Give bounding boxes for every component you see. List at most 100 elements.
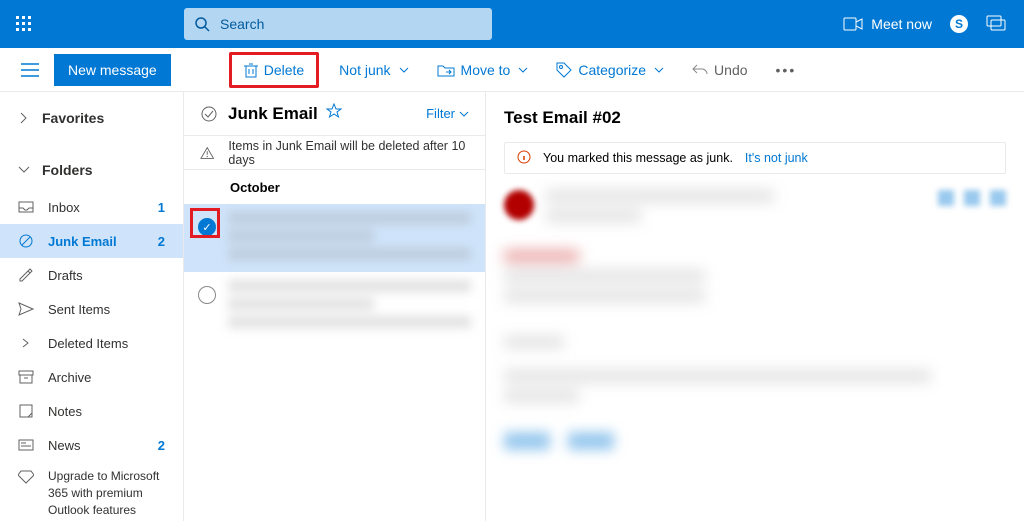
message-preview-blurred [228,212,471,266]
waffle-icon [16,16,32,32]
reply-buttons-blurred[interactable] [504,432,1006,450]
sidebar-item-label: Archive [48,370,165,385]
skype-icon: S [950,15,968,33]
more-commands-button[interactable]: ••• [768,62,805,78]
search-input[interactable]: Search [184,8,492,40]
sidebar-item-sent[interactable]: Sent Items [0,292,183,326]
sidebar-item-archive[interactable]: Archive [0,360,183,394]
blocked-icon [18,233,34,249]
chevron-down-icon [399,67,409,73]
move-to-button[interactable]: Move to [429,57,537,83]
chevron-right-icon [18,338,34,348]
folder-sidebar: Favorites Folders Inbox 1 Junk Email 2 D… [0,92,184,521]
chat-icon [986,15,1006,33]
chevron-down-icon [459,111,469,117]
filter-button[interactable]: Filter [426,106,469,121]
message-list-header: Junk Email Filter [184,92,485,136]
chevron-down-icon [18,164,30,176]
notice-text: Items in Junk Email will be deleted afte… [228,139,469,167]
email-header [504,190,1006,230]
meet-now-label: Meet now [871,16,932,32]
message-actions[interactable] [938,190,1006,206]
filter-label: Filter [426,106,455,121]
note-icon [18,404,34,418]
favorites-header[interactable]: Favorites [0,98,183,138]
message-preview-blurred [228,280,471,334]
sidebar-item-count: 2 [158,438,165,453]
categorize-button[interactable]: Categorize [548,57,672,83]
new-message-button[interactable]: New message [54,54,171,86]
chevron-down-icon [518,67,528,73]
highlight-delete: Delete [229,52,319,88]
chat-button[interactable] [986,15,1006,33]
news-icon [18,439,34,451]
sender-meta-blurred [546,190,926,230]
folders-label: Folders [42,162,93,178]
junk-notice-text: You marked this message as junk. [543,151,733,165]
folder-move-icon [437,63,455,77]
junk-infobar: You marked this message as junk. It's no… [504,142,1006,174]
command-bar: New message Delete Not junk Move to Cate… [0,48,1024,92]
diamond-icon [18,468,34,518]
send-icon [18,302,34,316]
sidebar-item-junk[interactable]: Junk Email 2 [0,224,183,258]
chevron-down-icon [654,67,664,73]
upgrade-promo[interactable]: Upgrade to Microsoft 365 with premium Ou… [0,462,183,518]
upgrade-label: Upgrade to Microsoft 365 with premium Ou… [48,468,165,518]
not-junk-button[interactable]: Not junk [331,57,416,83]
categorize-label: Categorize [578,62,646,78]
info-icon [517,150,531,167]
message-list-pane: Junk Email Filter Items in Junk Email wi… [184,92,486,521]
hamburger-icon [21,63,39,77]
warning-icon [200,146,214,160]
retention-notice: Items in Junk Email will be deleted afte… [184,136,485,170]
email-subject: Test Email #02 [504,108,1006,128]
sidebar-item-notes[interactable]: Notes [0,394,183,428]
sender-avatar [504,190,534,220]
folder-title: Junk Email [228,104,318,124]
chevron-right-icon [18,112,30,124]
move-to-label: Move to [461,62,511,78]
video-icon [843,17,863,31]
app-topbar: Search Meet now S [0,0,1024,48]
pencil-icon [18,268,34,282]
email-body-blurred [504,250,1006,402]
sidebar-item-label: Notes [48,404,165,419]
delete-button[interactable]: Delete [236,57,312,83]
sidebar-item-label: Sent Items [48,302,165,317]
inbox-icon [18,201,34,213]
folders-header[interactable]: Folders [0,150,183,190]
nav-toggle-button[interactable] [10,63,50,77]
favorites-label: Favorites [42,110,104,126]
search-placeholder: Search [220,16,264,32]
sidebar-item-count: 2 [158,234,165,249]
select-all-icon[interactable] [200,105,218,123]
not-junk-link[interactable]: It's not junk [745,151,808,165]
sidebar-item-count: 1 [158,200,165,215]
archive-icon [18,370,34,384]
undo-icon [692,63,708,77]
star-icon[interactable] [326,103,342,124]
reading-pane: Test Email #02 You marked this message a… [486,92,1024,521]
sidebar-item-label: Deleted Items [48,336,165,351]
search-icon [194,16,210,32]
undo-label: Undo [714,62,747,78]
undo-button[interactable]: Undo [684,57,755,83]
main-layout: Favorites Folders Inbox 1 Junk Email 2 D… [0,92,1024,521]
trash-icon [244,62,258,78]
sidebar-item-inbox[interactable]: Inbox 1 [0,190,183,224]
message-item[interactable] [184,204,485,272]
delete-label: Delete [264,62,304,78]
app-launcher-button[interactable] [0,0,48,48]
skype-button[interactable]: S [950,15,968,33]
sidebar-item-deleted[interactable]: Deleted Items [0,326,183,360]
sidebar-item-news[interactable]: News 2 [0,428,183,462]
meet-now-button[interactable]: Meet now [843,16,932,32]
sidebar-item-drafts[interactable]: Drafts [0,258,183,292]
sidebar-item-label: News [48,438,144,453]
not-junk-label: Not junk [339,62,390,78]
message-checkbox[interactable] [198,286,216,304]
message-item[interactable] [184,272,485,340]
tag-icon [556,62,572,78]
sidebar-item-label: Junk Email [48,234,144,249]
